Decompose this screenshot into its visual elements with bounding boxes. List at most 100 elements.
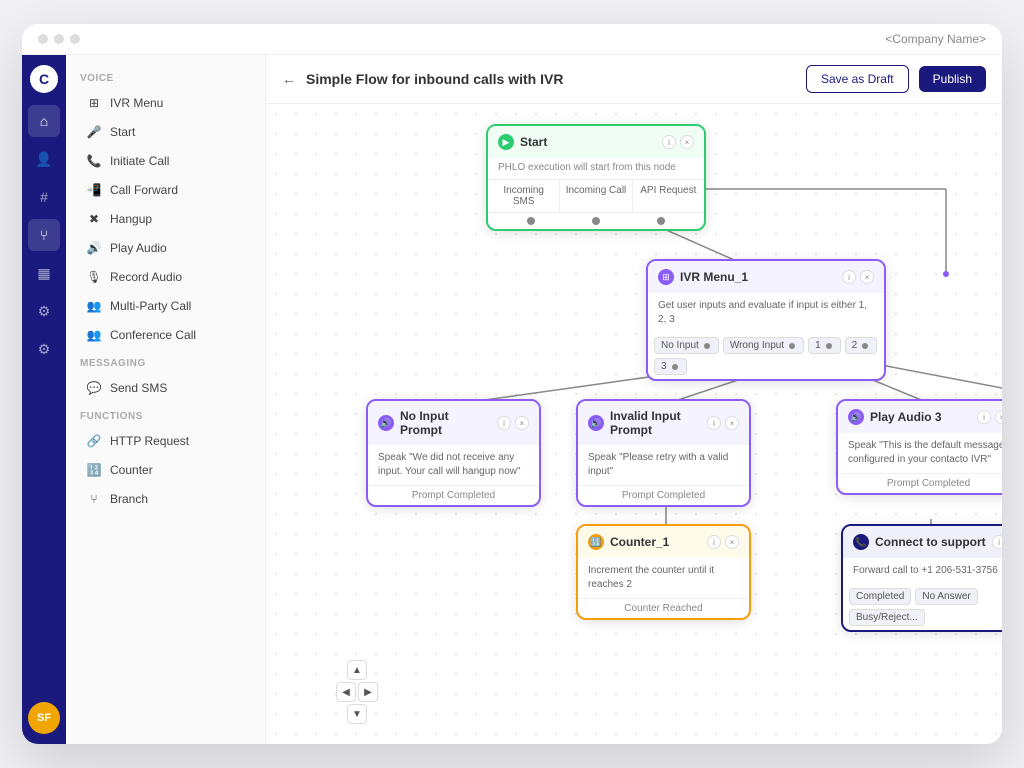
sidebar-label-ivr-menu: IVR Menu [110,96,163,110]
sidebar-item-multiparty-call[interactable]: 👥 Multi-Party Call [72,292,259,320]
connect-support-node[interactable]: 📞 Connect to support i × Forward call to… [841,524,1002,632]
ivr-info-btn[interactable]: i [842,270,856,284]
record-audio-icon: 🎙 [86,269,102,285]
dot-sms [527,217,535,225]
sidebar-item-play-audio[interactable]: 🔊 Play Audio [72,234,259,262]
dot-close [38,34,48,44]
canvas-lr-row: ◀ ▶ [336,682,378,702]
nav-avatar[interactable]: SF [28,702,60,734]
nav-icon-hash[interactable]: # [28,181,60,213]
ivr-title: IVR Menu_1 [680,270,836,284]
sidebar-item-hangup[interactable]: ✖ Hangup [72,205,259,233]
counter-body: Increment the counter until it reaches 2 [578,558,749,598]
canvas-nav: ▲ ◀ ▶ ▼ [336,660,378,724]
sidebar-label-counter: Counter [110,463,153,477]
output-no-answer[interactable]: No Answer [915,588,977,605]
send-sms-icon: 💬 [86,380,102,396]
connect-title: Connect to support [875,535,986,549]
sidebar-label-initiate-call: Initiate Call [110,154,169,168]
noinput-header: 🔊 No Input Prompt i × [368,401,539,445]
app-window: <Company Name> C ⌂ 👤 # ⑂ ▦ ⚙ ⚙ SF VOICE … [22,24,1002,744]
canvas[interactable]: ▶ Start i × PHLO execution will start fr… [266,104,1002,744]
invalid-title: Invalid Input Prompt [610,409,701,437]
sidebar-item-branch[interactable]: ⑂ Branch [72,485,259,513]
ivr-header: ⊞ IVR Menu_1 i × [648,261,884,293]
output-3[interactable]: 3 [654,358,687,375]
noinput-close-btn[interactable]: × [515,416,529,430]
start-info-btn[interactable]: i [662,135,676,149]
sidebar-item-send-sms[interactable]: 💬 Send SMS [72,374,259,402]
start-close-btn[interactable]: × [680,135,694,149]
invalid-header: 🔊 Invalid Input Prompt i × [578,401,749,445]
noinput-info-btn[interactable]: i [497,416,511,430]
left-nav: C ⌂ 👤 # ⑂ ▦ ⚙ ⚙ SF [22,55,66,744]
save-draft-button[interactable]: Save as Draft [806,65,909,93]
publish-button[interactable]: Publish [919,66,986,92]
nav-icon-settings[interactable]: ⚙ [28,333,60,365]
sidebar-item-counter[interactable]: 🔢 Counter [72,456,259,484]
invalid-close-btn[interactable]: × [725,416,739,430]
company-name: <Company Name> [885,32,986,46]
tab-incoming-call[interactable]: Incoming Call [560,180,632,212]
nav-icon-settings-cog[interactable]: ⚙ [28,295,60,327]
play-close-btn[interactable]: × [995,410,1002,424]
counter-icon: 🔢 [588,534,604,550]
sidebar-label-conference-call: Conference Call [110,328,196,342]
ivr-close-btn[interactable]: × [860,270,874,284]
sidebar-item-http-request[interactable]: 🔗 HTTP Request [72,427,259,455]
sidebar-item-conference-call[interactable]: 👥 Conference Call [72,321,259,349]
sidebar-item-record-audio[interactable]: 🎙 Record Audio [72,263,259,291]
dot-call [592,217,600,225]
counter-node[interactable]: 🔢 Counter_1 i × Increment the counter un… [576,524,751,620]
output-wrong-input[interactable]: Wrong Input [723,337,804,354]
canvas-left-arrow[interactable]: ◀ [336,682,356,702]
counter-info-btn[interactable]: i [707,535,721,549]
play-info-btn[interactable]: i [977,410,991,424]
connect-info-btn[interactable]: i [992,535,1002,549]
output-no-input[interactable]: No Input [654,337,719,354]
invalid-input-prompt-node[interactable]: 🔊 Invalid Input Prompt i × Speak "Please… [576,399,751,507]
output-completed[interactable]: Completed [849,588,911,605]
connect-controls: i × [992,535,1002,549]
nav-logo: C [30,65,58,93]
initiate-call-icon: 📞 [86,153,102,169]
tab-api-request[interactable]: API Request [633,180,704,212]
play-icon: 🔊 [848,409,864,425]
nav-icon-flow[interactable]: ⑂ [28,219,60,251]
canvas-right-arrow[interactable]: ▶ [358,682,378,702]
sidebar-item-initiate-call[interactable]: 📞 Initiate Call [72,147,259,175]
canvas-down-arrow[interactable]: ▼ [347,704,367,724]
tab-incoming-sms[interactable]: Incoming SMS [488,180,560,212]
connect-header: 📞 Connect to support i × [843,526,1002,558]
invalid-body: Speak "Please retry with a valid input" [578,445,749,485]
invalid-info-btn[interactable]: i [707,416,721,430]
play-audio-icon: 🔊 [86,240,102,256]
sidebar-item-get-user-input[interactable]: 🎤 Start [72,118,259,146]
output-1[interactable]: 1 [808,337,841,354]
start-node-subtitle: PHLO execution will start from this node [488,158,704,179]
play-title: Play Audio 3 [870,410,971,424]
start-node[interactable]: ▶ Start i × PHLO execution will start fr… [486,124,706,231]
counter-header: 🔢 Counter_1 i × [578,526,749,558]
play-audio-node[interactable]: 🔊 Play Audio 3 i × Speak "This is the de… [836,399,1002,495]
dot-minimize [54,34,64,44]
back-button[interactable]: ← [282,71,296,87]
counter-footer: Counter Reached [578,598,749,618]
noinput-footer: Prompt Completed [368,485,539,505]
nav-icon-home[interactable]: ⌂ [28,105,60,137]
http-request-icon: 🔗 [86,433,102,449]
page-title: Simple Flow for inbound calls with IVR [306,71,796,87]
no-input-prompt-node[interactable]: 🔊 No Input Prompt i × Speak "We did not … [366,399,541,507]
sidebar-item-call-forward[interactable]: 📲 Call Forward [72,176,259,204]
output-busy-reject[interactable]: Busy/Reject... [849,609,925,626]
counter-close-btn[interactable]: × [725,535,739,549]
sidebar-item-ivr-menu[interactable]: ⊞ IVR Menu [72,89,259,117]
sidebar-label-http-request: HTTP Request [110,434,189,448]
nav-icon-analytics[interactable]: ▦ [28,257,60,289]
start-dots [488,213,704,229]
ivr-menu-node[interactable]: ⊞ IVR Menu_1 i × Get user inputs and eva… [646,259,886,381]
nav-icon-users[interactable]: 👤 [28,143,60,175]
canvas-up-arrow[interactable]: ▲ [347,660,367,680]
output-2[interactable]: 2 [845,337,878,354]
start-node-tabs: Incoming SMS Incoming Call API Request [488,179,704,213]
